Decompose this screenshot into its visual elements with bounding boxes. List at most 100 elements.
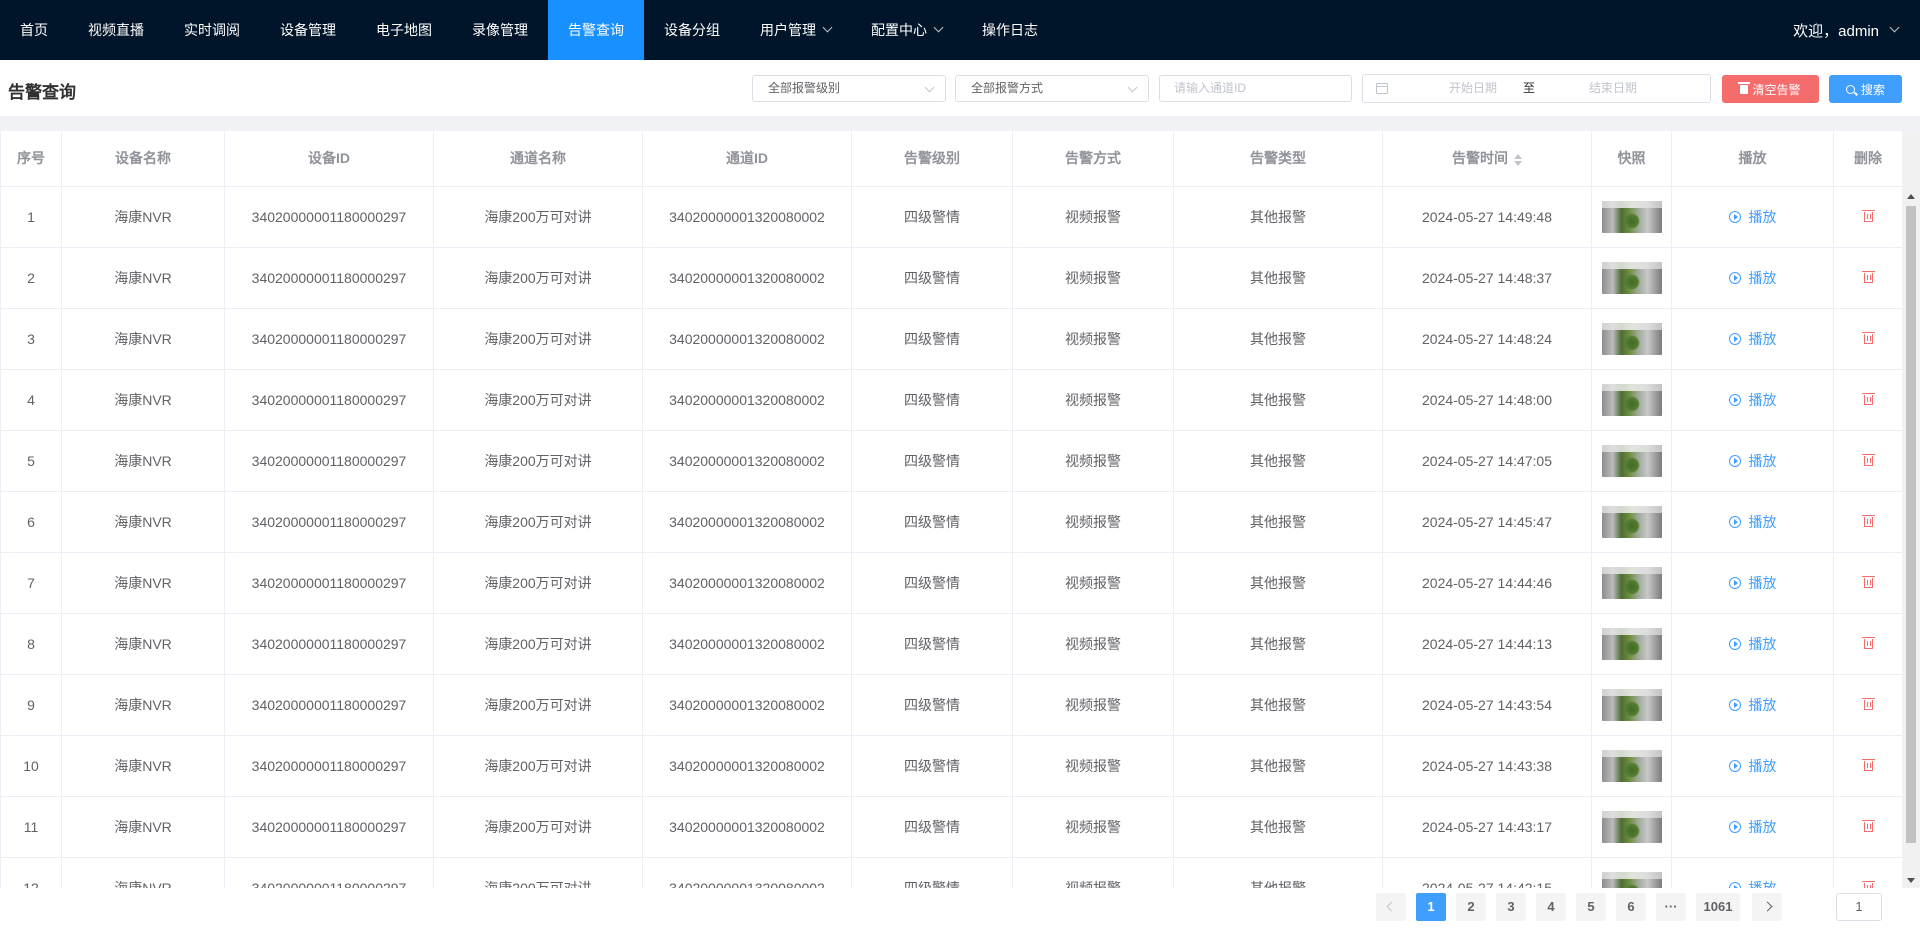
page-button[interactable]: 3: [1496, 893, 1526, 921]
play-button[interactable]: 播放: [1728, 390, 1777, 410]
snapshot-thumbnail[interactable]: [1601, 200, 1662, 233]
cell-device-name: 海康NVR: [61, 308, 225, 370]
date-end-input[interactable]: 结束日期: [1573, 75, 1653, 102]
column-header-8[interactable]: 告警时间: [1382, 131, 1592, 187]
cell-device-name: 海康NVR: [61, 247, 225, 309]
column-header-label: 告警方式: [1065, 150, 1121, 167]
play-button[interactable]: 播放: [1728, 817, 1777, 837]
chevron-down-icon: [1127, 82, 1138, 93]
snapshot-thumbnail[interactable]: [1601, 505, 1662, 538]
nav-item-9[interactable]: 配置中心: [851, 0, 962, 60]
cell-device-name: 海康NVR: [61, 735, 225, 797]
last-page-button[interactable]: 1061: [1696, 893, 1740, 921]
column-header-label: 告警类型: [1250, 150, 1306, 167]
play-button[interactable]: 播放: [1728, 695, 1777, 715]
nav-item-3[interactable]: 设备管理: [260, 0, 356, 60]
date-range-picker[interactable]: 开始日期 至 结束日期: [1362, 74, 1711, 103]
column-header-label: 告警级别: [904, 150, 960, 167]
page-button[interactable]: 6: [1616, 893, 1646, 921]
vertical-scrollbar[interactable]: [1902, 131, 1920, 888]
nav-item-2[interactable]: 实时调阅: [164, 0, 260, 60]
play-button[interactable]: 播放: [1728, 634, 1777, 654]
nav-item-6[interactable]: 告警查询: [548, 0, 644, 60]
delete-icon[interactable]: [1861, 392, 1875, 405]
play-button[interactable]: 播放: [1728, 756, 1777, 776]
play-circle-icon: [1728, 271, 1741, 284]
play-button[interactable]: 播放: [1728, 451, 1777, 471]
delete-icon[interactable]: [1861, 514, 1875, 527]
cell-method: 视频报警: [1012, 552, 1174, 614]
play-button[interactable]: 播放: [1728, 878, 1777, 888]
cell-no: 6: [0, 491, 62, 553]
cell-channel-name: 海康200万可对讲: [433, 369, 643, 431]
next-page-button[interactable]: [1752, 893, 1782, 921]
nav-item-1[interactable]: 视频直播: [68, 0, 164, 60]
page-button[interactable]: 2: [1456, 893, 1486, 921]
play-button[interactable]: 播放: [1728, 573, 1777, 593]
play-label: 播放: [1748, 208, 1777, 225]
delete-icon[interactable]: [1861, 453, 1875, 466]
snapshot-thumbnail[interactable]: [1601, 261, 1662, 294]
clear-alarms-label: 清空告警: [1752, 82, 1801, 97]
play-button[interactable]: 播放: [1728, 512, 1777, 532]
cell-time: 2024-05-27 14:49:48: [1382, 186, 1592, 248]
clear-alarms-button[interactable]: 清空告警: [1722, 75, 1819, 103]
delete-icon[interactable]: [1861, 331, 1875, 344]
more-pages-button[interactable]: ···: [1656, 893, 1686, 921]
sort-icon[interactable]: [1514, 153, 1522, 166]
play-button[interactable]: 播放: [1728, 207, 1777, 227]
table-row: 2 海康NVR 34020000001180000297 海康200万可对讲 34020…: [0, 247, 1903, 309]
nav-item-5[interactable]: 录像管理: [452, 0, 548, 60]
cell-device-name: 海康NVR: [61, 430, 225, 492]
cell-play: 播放: [1671, 796, 1834, 858]
delete-icon[interactable]: [1861, 819, 1875, 832]
search-button[interactable]: 搜索: [1829, 75, 1902, 103]
page-button[interactable]: 5: [1576, 893, 1606, 921]
snapshot-thumbnail[interactable]: [1601, 444, 1662, 477]
column-header-label: 设备名称: [115, 150, 171, 167]
delete-icon[interactable]: [1861, 209, 1875, 222]
scroll-up-arrow-icon[interactable]: [1907, 194, 1915, 199]
column-header-label: 设备ID: [308, 150, 350, 167]
snapshot-thumbnail[interactable]: [1601, 627, 1662, 660]
nav-item-0[interactable]: 首页: [0, 0, 68, 60]
delete-icon[interactable]: [1861, 636, 1875, 649]
scrollbar-thumb[interactable]: [1906, 206, 1916, 843]
snapshot-thumbnail[interactable]: [1601, 566, 1662, 599]
page-jump-input[interactable]: 1: [1836, 893, 1882, 921]
snapshot-thumbnail[interactable]: [1601, 688, 1662, 721]
snapshot-thumbnail[interactable]: [1601, 810, 1662, 843]
nav-item-7[interactable]: 设备分组: [644, 0, 740, 60]
delete-icon[interactable]: [1861, 758, 1875, 771]
date-start-input[interactable]: 开始日期: [1433, 75, 1513, 102]
delete-icon[interactable]: [1861, 697, 1875, 710]
snapshot-thumbnail[interactable]: [1601, 749, 1662, 782]
play-button[interactable]: 播放: [1728, 268, 1777, 288]
scroll-down-arrow-icon[interactable]: [1907, 878, 1915, 883]
cell-channel-id: 34020000001320080002: [642, 430, 852, 492]
nav-item-8[interactable]: 用户管理: [740, 0, 851, 60]
nav-item-4[interactable]: 电子地图: [356, 0, 452, 60]
cell-channel-name: 海康200万可对讲: [433, 186, 643, 248]
cell-time: 2024-05-27 14:48:00: [1382, 369, 1592, 431]
cell-delete: [1833, 308, 1903, 370]
delete-icon[interactable]: [1861, 575, 1875, 588]
cell-no: 5: [0, 430, 62, 492]
page-button[interactable]: 1: [1416, 893, 1446, 921]
snapshot-thumbnail[interactable]: [1601, 383, 1662, 416]
column-header-11: 删除: [1833, 131, 1903, 187]
play-button[interactable]: 播放: [1728, 329, 1777, 349]
prev-page-button[interactable]: [1376, 893, 1406, 921]
cell-type: 其他报警: [1173, 796, 1383, 858]
nav-item-10[interactable]: 操作日志: [962, 0, 1058, 60]
cell-device-name: 海康NVR: [61, 613, 225, 675]
delete-icon[interactable]: [1861, 270, 1875, 283]
alarm-level-select[interactable]: 全部报警级别: [752, 75, 946, 102]
snapshot-thumbnail[interactable]: [1601, 322, 1662, 355]
alarm-method-select[interactable]: 全部报警方式: [955, 75, 1149, 102]
snapshot-thumbnail[interactable]: [1601, 871, 1662, 888]
channel-id-input[interactable]: 请输入通道ID: [1159, 75, 1352, 102]
page-button[interactable]: 4: [1536, 893, 1566, 921]
cell-type: 其他报警: [1173, 308, 1383, 370]
user-menu[interactable]: 欢迎，admin: [1793, 0, 1920, 60]
